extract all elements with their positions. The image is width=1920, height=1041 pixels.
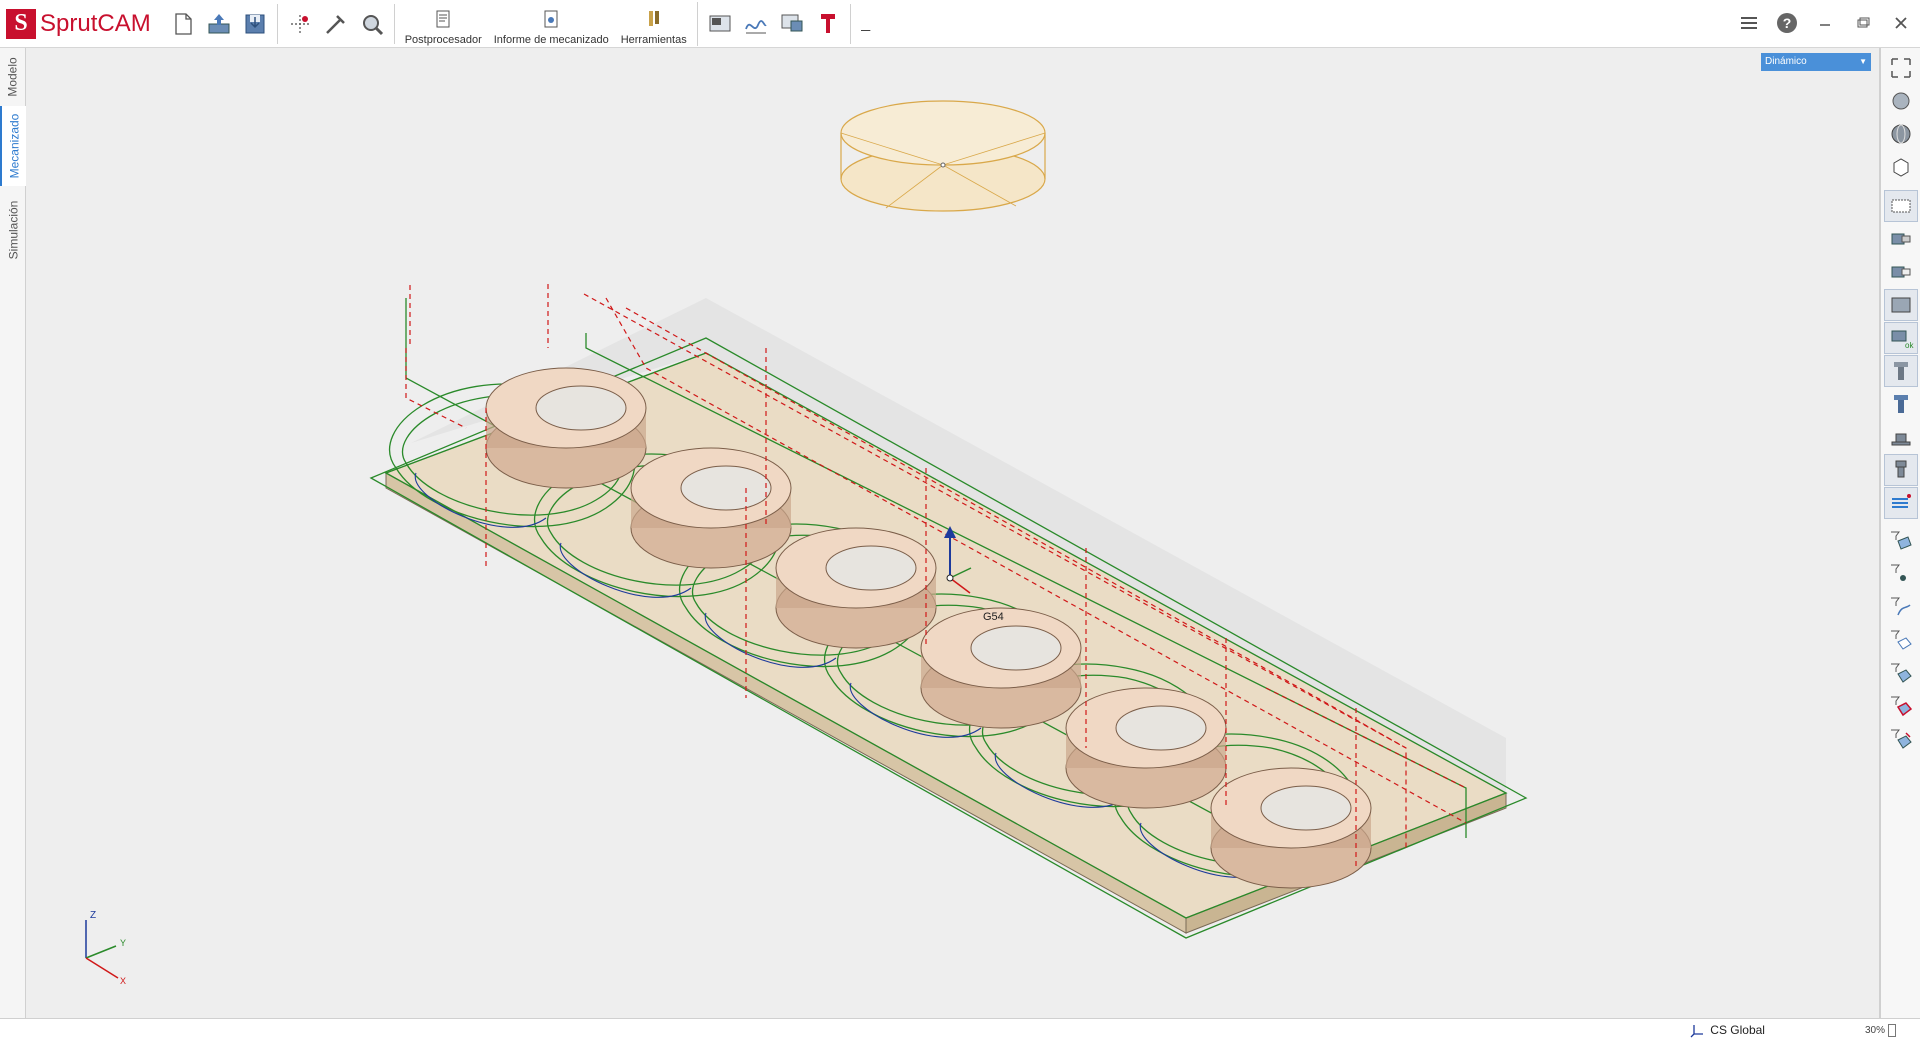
view-group (698, 3, 851, 44)
battery-icon (1888, 1023, 1896, 1037)
screen-icon[interactable] (774, 6, 810, 42)
tab-label: Mecanizado (7, 113, 21, 179)
axis-y-label: Y (120, 938, 126, 948)
file-group (161, 3, 278, 44)
axes-icon[interactable] (282, 6, 318, 42)
chart-icon[interactable] (738, 6, 774, 42)
tools-button[interactable]: Herramientas (615, 2, 693, 46)
axis-x-label: X (120, 976, 126, 986)
section-view-icon[interactable] (1883, 190, 1918, 222)
tab-simulacion[interactable]: Simulación (0, 190, 26, 270)
scene-canvas: Z Y X (85, 100, 1528, 986)
zoom-indicator: 30% (1864, 1023, 1896, 1037)
filter-face-icon[interactable] (1884, 625, 1918, 657)
axis-triad: Z Y X (85, 910, 126, 986)
stock-cylinder (840, 100, 1046, 212)
help-icon[interactable]: ? (1768, 5, 1806, 41)
axis-z-label: Z (90, 910, 96, 921)
coordinate-system-icon (1690, 1025, 1704, 1038)
save-icon[interactable] (237, 6, 273, 42)
svg-text:?: ? (1783, 15, 1792, 31)
close-icon[interactable] (1882, 5, 1920, 41)
rotate-icon[interactable] (1884, 85, 1918, 117)
view-mode-dropdown[interactable]: Dinámico ▼ (1761, 53, 1871, 71)
logo-mark: S (6, 8, 36, 39)
cs-label: CS Global (1710, 1023, 1765, 1037)
cube-icon[interactable] (1884, 151, 1918, 183)
report-button[interactable]: Informe de mecanizado (488, 2, 615, 46)
tools-label: Herramientas (620, 33, 687, 46)
restore-icon[interactable] (1844, 5, 1882, 41)
zoom-fit-icon[interactable] (1884, 52, 1918, 84)
tool-holder-alt-icon[interactable] (1884, 388, 1918, 420)
postprocessor-label: Postprocesador (404, 33, 482, 46)
origin-label: G54 (983, 611, 1004, 623)
inspect-icon[interactable] (354, 6, 390, 42)
new-file-icon[interactable] (165, 6, 201, 42)
sphere-icon[interactable] (1884, 118, 1918, 150)
open-file-icon[interactable] (201, 6, 237, 42)
part-view-icon[interactable] (1884, 223, 1918, 255)
tools-icon (648, 10, 659, 26)
tool-holder-icon[interactable] (1883, 355, 1918, 387)
workpiece-icon[interactable] (1883, 289, 1918, 321)
tab-label: Simulación (6, 200, 21, 260)
zoom-value: 30% (1864, 1024, 1885, 1036)
fixture-icon[interactable] (1884, 421, 1918, 453)
tool-red-icon[interactable] (810, 6, 846, 42)
report-icon (544, 10, 558, 27)
menu-icon[interactable] (1730, 5, 1768, 41)
postprocessor-icon (436, 10, 450, 27)
tab-modelo[interactable]: Modelo (0, 52, 26, 102)
toolpath-list-icon[interactable] (1883, 487, 1918, 519)
left-tabs: Modelo Mecanizado Simulación (0, 48, 26, 1018)
report-label: Informe de mecanizado (493, 33, 609, 46)
filter-curve-icon[interactable] (1884, 592, 1918, 624)
3d-viewport[interactable]: Z Y X G54 Dinámico ▼ (26, 48, 1880, 1018)
view-mode-value: Dinámico (1765, 56, 1807, 67)
measure-icon[interactable] (318, 6, 354, 42)
ok-check-icon[interactable]: ok (1883, 322, 1918, 354)
cam-group: Postprocesador Informe de mecanizado Her… (395, 1, 698, 46)
logo-text: SprutCAM (40, 9, 151, 37)
filter-all-icon[interactable] (1884, 724, 1918, 756)
right-toolbar: ok (1880, 48, 1920, 1018)
coordinate-system-selector[interactable]: CS Global (1690, 1022, 1765, 1038)
toolbar-dash: _ (861, 14, 871, 32)
tab-label: Modelo (6, 57, 21, 97)
filter-solid-icon[interactable] (1884, 658, 1918, 690)
filter-point-icon[interactable] (1884, 559, 1918, 591)
machine-panel-icon[interactable] (702, 6, 738, 42)
postprocessor-button[interactable]: Postprocesador (399, 2, 488, 46)
svg-text:ok: ok (1905, 341, 1914, 350)
sprutcam-window: S SprutCAM Postprocesador Informe de mec… (0, 0, 1920, 1041)
filter-red-icon[interactable] (1884, 691, 1918, 723)
window-controls: ? (1730, 0, 1920, 46)
main-toolbar: S SprutCAM Postprocesador Informe de mec… (0, 0, 1920, 48)
chevron-down-icon: ▼ (1859, 57, 1867, 66)
status-bar: CS Global 30% (0, 1018, 1920, 1041)
app-logo[interactable]: S SprutCAM (0, 0, 151, 48)
part-view-alt-icon[interactable] (1884, 256, 1918, 288)
tools-group (278, 3, 395, 44)
tab-mecanizado[interactable]: Mecanizado (0, 106, 26, 186)
minimize-icon[interactable] (1806, 5, 1844, 41)
clamp-icon[interactable] (1883, 454, 1918, 486)
filter-surface-icon[interactable] (1884, 526, 1918, 558)
